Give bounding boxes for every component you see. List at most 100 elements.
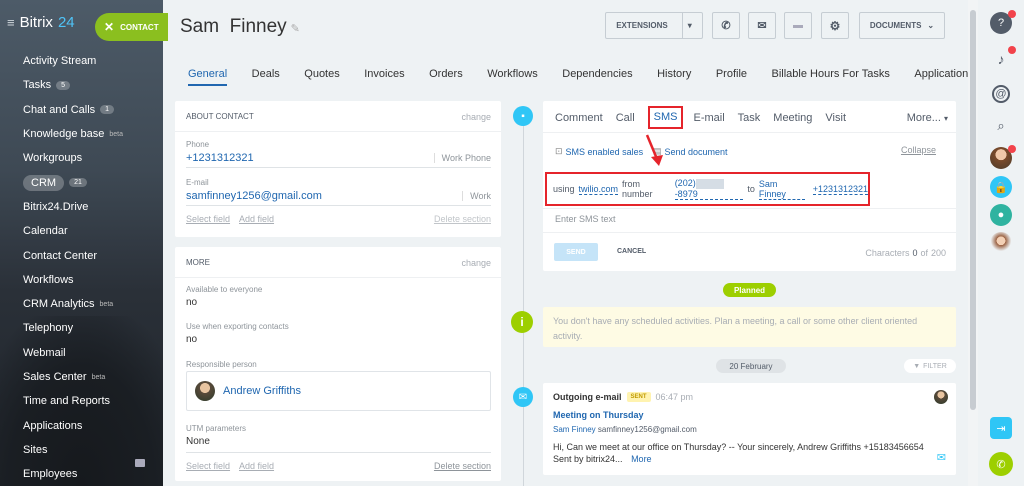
filter-button[interactable]: ▼ FILTER bbox=[904, 359, 956, 373]
sidebar-item-chat-and-calls[interactable]: Chat and Calls 1 bbox=[0, 98, 163, 122]
contact-button[interactable]: ✕ CONTACT bbox=[95, 13, 168, 41]
sidebar-item-contact-center[interactable]: Contact Center bbox=[0, 243, 163, 267]
email-value[interactable]: samfinney1256@gmail.com bbox=[186, 190, 322, 202]
sidebar-item-bitrix24-drive[interactable]: Bitrix24.Drive bbox=[0, 195, 163, 219]
scrollbar-thumb[interactable] bbox=[970, 10, 976, 410]
settings-button[interactable]: ⚙ bbox=[821, 12, 849, 39]
sidebar-item-activity-stream[interactable]: Activity Stream bbox=[0, 49, 163, 73]
collapse-link[interactable]: Collapse bbox=[901, 145, 936, 155]
sidebar-item-label: Workgroups bbox=[23, 152, 83, 165]
more-change-link[interactable]: change bbox=[461, 258, 491, 268]
char-counter-used: 0 bbox=[912, 248, 918, 258]
provider-link[interactable]: twilio.com bbox=[578, 184, 619, 195]
beta-tag: beta bbox=[109, 130, 123, 138]
about-contact-card: ABOUT CONTACT change Phone +1231312321 W… bbox=[175, 101, 501, 237]
menu-icon[interactable]: ≡ bbox=[7, 15, 15, 30]
call-button[interactable]: ✆ bbox=[712, 12, 740, 39]
cancel-button[interactable]: CANCEL bbox=[617, 248, 646, 255]
contact-tabs: General Deals Quotes Invoices Orders Wor… bbox=[188, 68, 998, 86]
tab-billable-hours[interactable]: Billable Hours For Tasks bbox=[772, 68, 890, 86]
lock-circle-icon[interactable]: 🔒 bbox=[990, 176, 1012, 198]
author-avatar[interactable] bbox=[934, 390, 948, 404]
tab-email[interactable]: E-mail bbox=[693, 112, 724, 129]
sidebar-item-label: CRM Analytics bbox=[23, 298, 95, 311]
sms-enabled-sales-label: SMS enabled sales bbox=[565, 146, 644, 157]
phone-value[interactable]: +1231312321 bbox=[186, 152, 254, 164]
tab-orders[interactable]: Orders bbox=[429, 68, 463, 86]
tab-deals[interactable]: Deals bbox=[252, 68, 280, 86]
reply-email-icon[interactable]: ✉ bbox=[937, 451, 946, 464]
tab-workflows[interactable]: Workflows bbox=[487, 68, 538, 86]
add-field-link[interactable]: Add field bbox=[239, 214, 274, 224]
sidebar-item-time-and-reports[interactable]: Time and Reports bbox=[0, 389, 163, 413]
email-event-card[interactable]: Outgoing e-mail SENT 06:47 pm Meeting on… bbox=[543, 383, 956, 475]
exit-icon[interactable]: ⇥ bbox=[990, 417, 1012, 439]
delete-section-link[interactable]: Delete section bbox=[434, 214, 491, 224]
tab-task[interactable]: Task bbox=[738, 112, 761, 129]
sidebar-item-knowledge-base[interactable]: Knowledge base beta bbox=[0, 122, 163, 146]
edit-pencil-icon[interactable]: ✎ bbox=[291, 23, 300, 35]
tab-profile[interactable]: Profile bbox=[716, 68, 747, 86]
number-area-code: (202) bbox=[674, 178, 696, 189]
sidebar-item-tasks[interactable]: Tasks 5 bbox=[0, 73, 163, 97]
sidebar-item-telephony[interactable]: Telephony bbox=[0, 316, 163, 340]
group-avatar[interactable] bbox=[990, 232, 1012, 254]
tab-dependencies[interactable]: Dependencies bbox=[562, 68, 632, 86]
tab-history[interactable]: History bbox=[657, 68, 691, 86]
email-more-link[interactable]: More bbox=[631, 454, 652, 464]
email-button[interactable]: ✉ bbox=[748, 12, 776, 39]
more-delete-section-link[interactable]: Delete section bbox=[434, 461, 491, 471]
extensions-button[interactable]: EXTENSIONS ▾ bbox=[605, 12, 703, 39]
sidebar-item-label: Webmail bbox=[23, 346, 66, 359]
logo[interactable]: ≡ Bitrix 24 bbox=[7, 14, 75, 31]
chevron-down-icon: ⌄ bbox=[927, 21, 935, 30]
from-number-link[interactable]: (202)-8979 bbox=[674, 178, 744, 200]
print-icon[interactable] bbox=[135, 459, 145, 467]
more-activities-dropdown[interactable]: More... ▾ bbox=[907, 112, 948, 124]
phone-call-icon[interactable]: ✆ bbox=[989, 452, 1013, 476]
email-subject[interactable]: Meeting on Thursday bbox=[553, 410, 644, 420]
search-icon[interactable]: ⌕ bbox=[990, 115, 1012, 137]
sidebar-item-workflows[interactable]: Workflows bbox=[0, 268, 163, 292]
sidebar-item-webmail[interactable]: Webmail bbox=[0, 341, 163, 365]
main-scrollbar[interactable] bbox=[968, 0, 978, 486]
tab-quotes[interactable]: Quotes bbox=[304, 68, 339, 86]
tab-sms[interactable]: SMS bbox=[647, 106, 684, 129]
recipient-phone-link[interactable]: +1231312321 bbox=[812, 184, 868, 195]
more-add-field-link[interactable]: Add field bbox=[239, 461, 274, 471]
responsible-name: Andrew Griffiths bbox=[223, 385, 302, 397]
send-button[interactable]: SEND bbox=[554, 243, 598, 261]
sidebar-item-crm-analytics[interactable]: CRM Analytics beta bbox=[0, 292, 163, 316]
chat-search-icon[interactable]: @ bbox=[992, 85, 1010, 103]
tab-general[interactable]: General bbox=[188, 68, 228, 86]
email-from-name[interactable]: Sam Finney bbox=[553, 425, 596, 434]
select-field-link[interactable]: Select field bbox=[186, 214, 230, 224]
about-change-link[interactable]: change bbox=[461, 112, 491, 122]
chat-button[interactable]: ▬ bbox=[784, 12, 812, 39]
sidebar-item-applications[interactable]: Applications bbox=[0, 413, 163, 437]
sms-text-input[interactable]: Enter SMS text bbox=[555, 214, 616, 224]
email-event-icon: ✉ bbox=[513, 387, 533, 407]
funnel-icon: ▼ bbox=[913, 362, 921, 370]
email-time: 06:47 pm bbox=[655, 392, 694, 402]
extensions-dropdown-icon[interactable]: ▾ bbox=[681, 13, 692, 38]
main-content: Sam Finney ✎ EXTENSIONS ▾ ✆ ✉ ▬ ⚙ DOCUMEN… bbox=[163, 0, 974, 486]
documents-button[interactable]: DOCUMENTS ⌄ bbox=[859, 12, 945, 39]
avatar-badge bbox=[1008, 145, 1016, 153]
tab-call[interactable]: Call bbox=[616, 112, 635, 129]
user-circle-icon[interactable]: ● bbox=[990, 204, 1012, 226]
sidebar-item-sales-center[interactable]: Sales Center beta bbox=[0, 365, 163, 389]
tab-applications[interactable]: Applications bbox=[914, 68, 973, 86]
sidebar-item-calendar[interactable]: Calendar bbox=[0, 219, 163, 243]
sidebar-item-crm[interactable]: CRM 21 bbox=[0, 170, 163, 194]
tab-meeting[interactable]: Meeting bbox=[773, 112, 812, 129]
sms-enabled-sales-link[interactable]: ⊡ SMS enabled sales bbox=[555, 146, 643, 157]
recipient-name-link[interactable]: Sam Finney bbox=[758, 179, 805, 200]
tab-invoices[interactable]: Invoices bbox=[364, 68, 404, 86]
sidebar-item-label: Telephony bbox=[23, 322, 74, 335]
sidebar-item-workgroups[interactable]: Workgroups bbox=[0, 146, 163, 170]
more-select-field-link[interactable]: Select field bbox=[186, 461, 230, 471]
responsible-person[interactable]: Andrew Griffiths bbox=[186, 371, 491, 411]
tab-comment[interactable]: Comment bbox=[555, 112, 603, 129]
tab-visit[interactable]: Visit bbox=[825, 112, 846, 129]
